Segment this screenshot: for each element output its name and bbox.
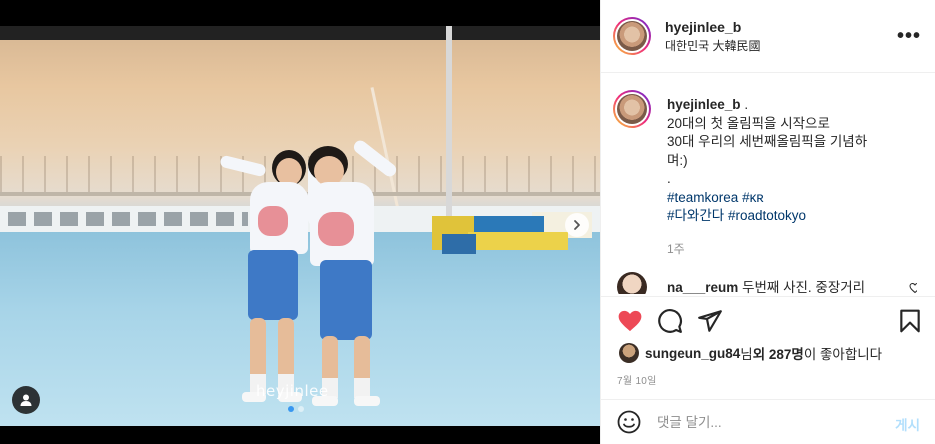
commenter-avatar[interactable]: [617, 272, 647, 294]
caption-username[interactable]: hyejinlee_b: [667, 97, 741, 112]
velodrome-roof: [0, 26, 600, 40]
carousel-indicator: [288, 406, 304, 412]
tagged-users-button[interactable]: [12, 386, 40, 414]
bookmark-icon[interactable]: [897, 308, 923, 334]
post-comment-button[interactable]: 게시: [895, 414, 920, 434]
post-actions: [617, 308, 923, 336]
caption-time-ago[interactable]: 1주: [667, 240, 907, 259]
add-comment-section: 게시: [601, 400, 935, 444]
chevron-right-icon: [574, 220, 580, 230]
post-header: hyejinlee_b 대한민국 大韓民國 •••: [613, 15, 925, 57]
more-options-button[interactable]: •••: [897, 25, 921, 48]
more-options-icon: •••: [896, 25, 921, 47]
author-username[interactable]: hyejinlee_b: [665, 19, 761, 35]
liker-username[interactable]: sungeun_gu84: [645, 346, 740, 361]
emoji-icon[interactable]: [617, 410, 641, 434]
comment-icon[interactable]: [657, 308, 683, 334]
carousel-dot: [298, 406, 304, 412]
header-divider: [601, 72, 935, 73]
actions-divider: [601, 296, 935, 297]
author-avatar[interactable]: [613, 17, 651, 55]
heart-filled-icon[interactable]: [617, 308, 643, 334]
likes-suffix: 이 좋아합니다: [803, 347, 883, 362]
hashtag-link[interactable]: #다와간다: [667, 208, 724, 223]
comment-input[interactable]: [657, 412, 877, 432]
likes-summary: sungeun_gu84 님 외 287명 이 좋아합니다: [619, 343, 882, 363]
comment-like-icon[interactable]: [909, 282, 917, 294]
caption-line: 20대의 첫 올림픽을 시작으로: [667, 115, 830, 131]
carousel-next-button[interactable]: [565, 213, 589, 237]
commenter-username[interactable]: na___reum: [667, 280, 738, 294]
paper-plane-icon[interactable]: [697, 308, 723, 334]
photo-scene: [0, 26, 600, 426]
caption-line: 며:): [667, 152, 688, 168]
likes-count-button[interactable]: 외 287명: [753, 343, 804, 363]
post-photo[interactable]: heyjinlee: [0, 0, 600, 444]
caption-line: 30대 우리의 세번째올림픽을 기념하: [667, 134, 868, 149]
comment-text: 두번째 사진. 중장거리: [742, 280, 866, 294]
hashtag-link[interactable]: #roadtotokyo: [728, 208, 806, 223]
user-icon: [20, 394, 32, 406]
caption-author-avatar[interactable]: [613, 90, 651, 128]
track-windows: [8, 212, 248, 226]
post-location[interactable]: 대한민국 大韓民國: [665, 37, 761, 54]
athlete-right: [298, 136, 408, 416]
comment-item: na___reum 두번째 사진. 중장거리: [617, 272, 917, 294]
photo-watermark: heyjinlee: [256, 382, 329, 400]
caption-separator: .: [744, 97, 749, 112]
carousel-dot-active: [288, 406, 294, 412]
caption-line: .: [667, 171, 671, 186]
likes-connector: 님: [740, 347, 753, 362]
hashtag-link[interactable]: #teamkorea: [667, 190, 738, 205]
post-date[interactable]: 7월 10일: [617, 372, 657, 387]
hashtag-link[interactable]: #ĸʀ: [742, 190, 764, 205]
liker-avatar[interactable]: [619, 343, 639, 363]
